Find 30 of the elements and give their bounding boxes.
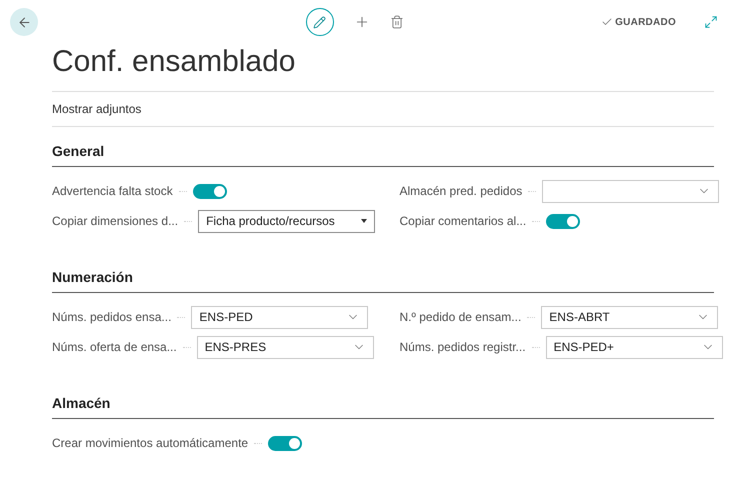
edit-button[interactable] bbox=[306, 8, 334, 36]
back-button[interactable] bbox=[10, 8, 38, 36]
expand-icon[interactable] bbox=[704, 15, 718, 29]
field-label: Almacén pred. pedidos bbox=[400, 183, 522, 200]
field-label: Copiar dimensiones d... bbox=[52, 213, 178, 230]
save-status: GUARDADO bbox=[615, 16, 676, 30]
field-label: Núms. pedidos registr... bbox=[400, 339, 526, 356]
trash-icon[interactable] bbox=[390, 15, 404, 29]
page-title: Conf. ensamblado bbox=[52, 44, 296, 80]
dropdown-field[interactable]: ENS-PED+ bbox=[546, 336, 723, 358]
action-link[interactable]: Mostrar adjuntos bbox=[52, 100, 142, 118]
caret-icon bbox=[361, 219, 368, 223]
field-label: Núms. pedidos ensa... bbox=[52, 309, 172, 326]
field-label: Núms. oferta de ensa... bbox=[52, 339, 177, 356]
dropdown-field[interactable]: ENS-PRES bbox=[196, 336, 374, 358]
field-label: Advertencia falta stock bbox=[52, 183, 173, 200]
section-title: General bbox=[52, 141, 714, 167]
field-label: N.º pedido de ensam... bbox=[400, 309, 522, 326]
dropdown-field[interactable]: ENS-PED bbox=[191, 306, 368, 328]
dropdown-field[interactable] bbox=[542, 180, 720, 202]
toggle-switch[interactable] bbox=[268, 436, 302, 450]
field-label: Copiar comentarios al... bbox=[400, 213, 526, 230]
pencil-icon bbox=[313, 16, 326, 28]
section-title: Numeración bbox=[52, 267, 714, 293]
field-label: Crear movimientos automáticamente bbox=[52, 435, 248, 452]
toggle-switch[interactable] bbox=[192, 184, 227, 198]
section-title: Almacén bbox=[52, 393, 714, 419]
dropdown-field[interactable]: ENS-ABRT bbox=[541, 306, 718, 328]
dropdown-field[interactable]: Ficha producto/recursos bbox=[198, 210, 376, 232]
toggle-switch[interactable] bbox=[546, 214, 580, 228]
